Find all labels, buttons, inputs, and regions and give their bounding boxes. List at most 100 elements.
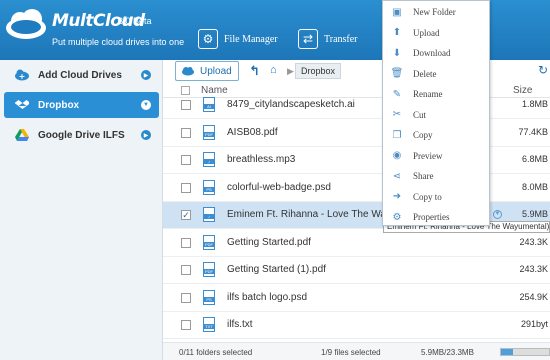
table-row[interactable]: AI 8479_citylandscapesketch.ai 1.8MB <box>163 92 550 119</box>
copy-icon: ❐ <box>392 129 402 141</box>
refresh-icon[interactable]: ↻ <box>538 63 548 77</box>
add-cloud-icon: + <box>14 68 30 82</box>
table-row[interactable]: TXT ilfs.txt 291byt <box>163 312 550 339</box>
google-drive-icon <box>14 128 30 142</box>
preview-icon: ◉ <box>392 150 402 161</box>
file-type-badge: AI <box>204 104 214 109</box>
row-checkbox[interactable] <box>181 100 191 110</box>
txt-file-icon: TXT <box>203 317 215 332</box>
pdf-file-icon: PDF <box>203 262 215 277</box>
file-size: 77.4KB <box>518 127 548 137</box>
copy-to-icon: ➜ <box>392 191 402 202</box>
file-type-badge: TXT <box>204 324 214 329</box>
file-size: 5.9MB <box>521 209 548 219</box>
cloud-logo-icon <box>6 9 46 39</box>
file-name[interactable]: 8479_citylandscapesketch.ai <box>227 99 355 110</box>
context-menu-item-cut[interactable]: ✂ Cut <box>383 105 489 125</box>
file-type-badge: PDF <box>204 132 214 137</box>
storage-quota-bar <box>500 348 550 356</box>
row-checkbox[interactable] <box>181 183 191 193</box>
context-menu-item-copy[interactable]: ❐ Copy <box>383 125 489 145</box>
status-bar: 0/11 folders selected 1/9 files selected… <box>163 342 550 360</box>
cut-icon: ✂ <box>392 109 402 120</box>
file-type-badge: ♪ <box>204 159 214 164</box>
upload-icon: ⬆ <box>392 27 402 38</box>
table-row[interactable]: ♪ breathless.mp3 6.8MB <box>163 147 550 174</box>
upload-cloud-icon <box>182 67 194 76</box>
context-menu-label: Upload <box>413 27 440 38</box>
storage-quota-fill <box>501 349 513 355</box>
file-size: 8.0MB <box>521 182 548 192</box>
rename-icon: ✎ <box>392 88 402 100</box>
row-menu-chevron-icon[interactable]: ▼ <box>493 210 502 219</box>
toolbar: Upload ↰ ⌂ ▶ Dropbox ↻ <box>163 60 550 84</box>
file-size: 243.3K <box>519 237 548 247</box>
file-type-badge: PS <box>204 187 214 192</box>
context-menu-item-preview[interactable]: ◉ Preview <box>383 146 489 166</box>
upload-button[interactable]: Upload <box>175 61 239 81</box>
file-name[interactable]: breathless.mp3 <box>227 154 295 165</box>
file-name[interactable]: ilfs batch logo.psd <box>227 292 307 303</box>
sidebar-item-label: Google Drive ILFS <box>38 129 125 141</box>
download-icon: ⬇ <box>392 47 402 59</box>
folders-selected-status: 0/11 folders selected <box>179 348 253 357</box>
context-menu-item-download[interactable]: ⬇ Download <box>383 43 489 63</box>
delete-icon: 🗑 <box>390 68 404 79</box>
audio-file-icon: ♪ <box>203 207 215 222</box>
dropbox-icon <box>14 98 30 112</box>
file-type-badge: ♪ <box>204 214 214 219</box>
psd-file-icon: PS <box>203 290 215 305</box>
sidebar-item-add-cloud-drives[interactable]: + Add Cloud Drives ▶ <box>4 62 159 88</box>
home-icon[interactable]: ⌂ <box>270 64 277 76</box>
table-row[interactable]: PS ilfs batch logo.psd 254.9K <box>163 285 550 312</box>
context-menu-item-rename[interactable]: ✎ Rename <box>383 84 489 104</box>
psd-file-icon: PS <box>203 180 215 195</box>
files-selected-status: 1/9 files selected <box>321 348 381 357</box>
table-row[interactable]: PDF Getting Started.pdf 243.3K <box>163 230 550 257</box>
file-name[interactable]: Getting Started (1).pdf <box>227 264 326 275</box>
context-menu-label: Rename <box>413 89 443 99</box>
file-name[interactable]: Getting Started.pdf <box>227 237 311 248</box>
row-checkbox[interactable] <box>181 128 191 138</box>
table-row[interactable]: PDF Getting Started (1).pdf 243.3K <box>163 257 550 284</box>
breadcrumb[interactable]: Dropbox <box>295 63 342 79</box>
context-menu-item-properties[interactable]: ⚙ Properties <box>383 207 489 227</box>
file-name[interactable]: colorful-web-badge.psd <box>227 182 331 193</box>
audio-file-icon: ♪ <box>203 152 215 167</box>
row-checkbox[interactable] <box>181 293 191 303</box>
transfer-button[interactable]: ⇄ Transfer <box>298 28 358 50</box>
table-row[interactable]: PDF AISB08.pdf 77.4KB <box>163 120 550 147</box>
context-menu-label: Preview <box>413 150 443 161</box>
row-checkbox[interactable] <box>181 238 191 248</box>
file-manager-button[interactable]: ⚙ File Manager <box>198 28 278 50</box>
gear-icon: ⚙ <box>198 29 218 49</box>
context-menu-item-copy-to[interactable]: ➜ Copy to <box>383 187 489 207</box>
file-size: 254.9K <box>519 292 548 302</box>
file-name[interactable]: Eminem Ft. Rihanna - Love The Wa( <box>227 209 389 220</box>
context-menu-label: Copy to <box>413 191 442 202</box>
sidebar-item-label: Dropbox <box>38 99 80 111</box>
context-menu-label: Cut <box>413 109 427 120</box>
file-name[interactable]: AISB08.pdf <box>227 127 278 138</box>
context-menu-item-delete[interactable]: 🗑 Delete <box>383 64 489 84</box>
context-menu-item-upload[interactable]: ⬆ Upload <box>383 23 489 43</box>
row-checkbox[interactable] <box>181 155 191 165</box>
file-type-badge: PDF <box>204 269 214 274</box>
up-folder-icon[interactable]: ↰ <box>249 63 260 79</box>
pdf-file-icon: PDF <box>203 235 215 250</box>
row-checkbox[interactable] <box>181 265 191 275</box>
pdf-file-icon: PDF <box>203 125 215 140</box>
storage-quota-text: 5.9MB/23.3MB <box>421 348 474 357</box>
file-name[interactable]: ilfs.txt <box>227 319 253 330</box>
sidebar-item-google-drive[interactable]: Google Drive ILFS ▶ <box>4 122 159 148</box>
row-checkbox[interactable] <box>181 320 191 330</box>
file-size: 291byt <box>520 319 548 329</box>
version-label: 3.0 Beta <box>118 16 152 26</box>
context-menu-item-share[interactable]: ⋖ Share <box>383 166 489 186</box>
table-row[interactable]: PS colorful-web-badge.psd 8.0MB <box>163 175 550 202</box>
row-checkbox[interactable]: ✓ <box>181 210 191 220</box>
sidebar-item-dropbox[interactable]: Dropbox ▼ <box>4 92 159 118</box>
chevron-down-icon: ▼ <box>141 100 151 110</box>
context-menu-label: Copy <box>413 130 433 140</box>
context-menu-item-new-folder[interactable]: ▣ New Folder <box>383 2 489 22</box>
